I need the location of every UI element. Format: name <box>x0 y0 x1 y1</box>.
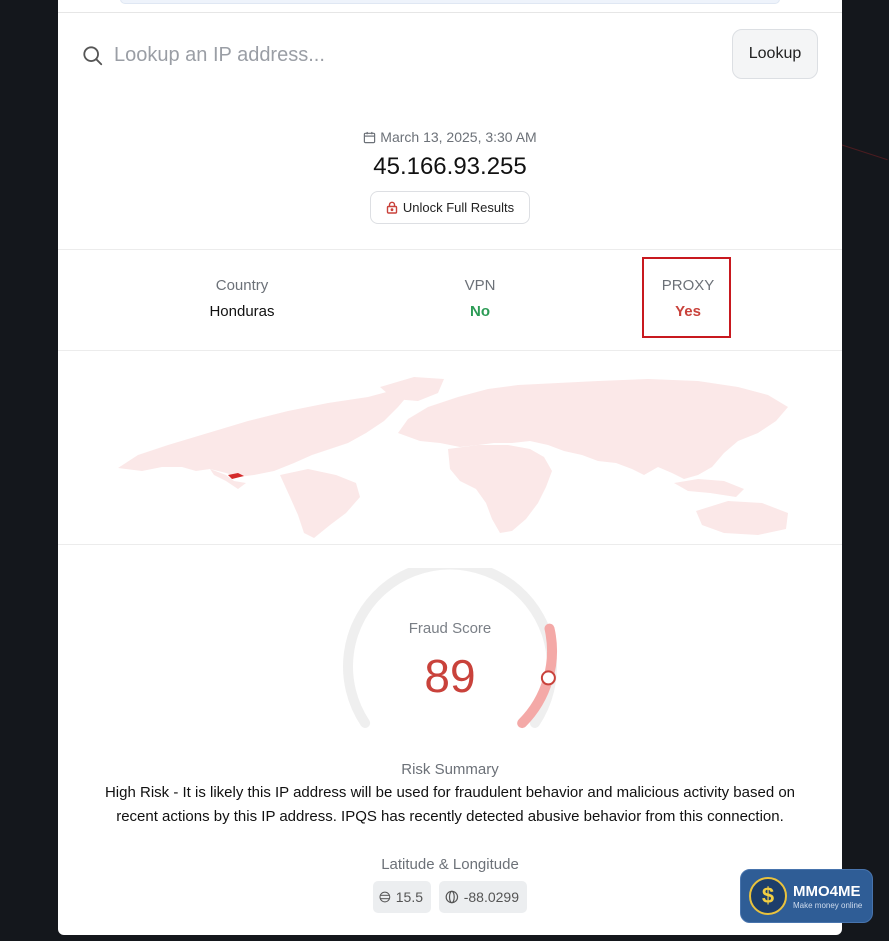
fraud-score-value: 89 <box>424 650 476 702</box>
lookup-date: March 13, 2025, 3:30 AM <box>58 129 842 145</box>
date-text: March 13, 2025, 3:30 AM <box>380 129 537 145</box>
vpn-label: VPN <box>464 277 496 294</box>
proxy-highlight-box <box>642 257 731 338</box>
longitude-value: -88.0299 <box>463 889 519 905</box>
latitude-value: 15.5 <box>395 889 423 905</box>
stat-country: Country Honduras <box>162 277 322 320</box>
unlock-label: Unlock Full Results <box>402 200 515 215</box>
ip-lookup-card: Lookup March 13, 2025, 3:30 AM 45.166.93… <box>58 12 842 935</box>
map-africa <box>448 445 552 533</box>
search-bar: Lookup <box>58 13 842 95</box>
unlock-full-results-button[interactable]: Unlock Full Results <box>370 191 530 224</box>
divider <box>58 249 842 250</box>
risk-summary-title: Risk Summary <box>401 761 499 778</box>
divider <box>58 350 842 351</box>
search-input[interactable] <box>114 39 714 71</box>
map-south-america <box>280 469 360 538</box>
globe-icon <box>445 890 459 904</box>
watermark-tagline: Make money online <box>793 900 863 910</box>
mmo4me-watermark: $ MMO4ME Make money online <box>740 869 873 923</box>
country-label: Country <box>215 277 269 294</box>
risk-summary-text: High Risk - It is likely this IP address… <box>104 784 796 825</box>
search-icon <box>83 46 103 66</box>
watermark-name: MMO4ME <box>793 882 861 900</box>
watermark-text: MMO4ME Make money online <box>793 883 862 910</box>
latitude-icon <box>379 891 391 903</box>
dollar-coin-icon: $ <box>749 877 787 915</box>
top-strip <box>58 0 842 12</box>
world-map <box>118 377 788 538</box>
country-value: Honduras <box>209 303 275 320</box>
ip-address: 45.166.93.255 <box>373 153 527 180</box>
top-pill <box>120 0 780 4</box>
divider <box>58 544 842 545</box>
map-north-america <box>118 389 410 477</box>
calendar-icon <box>364 131 376 144</box>
lookup-button[interactable]: Lookup <box>732 29 818 79</box>
lat-long-title: Latitude & Longitude <box>381 856 519 873</box>
stat-vpn: VPN No <box>400 277 560 320</box>
fraud-score-label: Fraud Score <box>408 620 492 637</box>
map-australia <box>696 501 788 535</box>
longitude-chip: -88.0299 <box>439 881 527 913</box>
map-southeast-asia <box>674 479 744 497</box>
lock-icon <box>386 201 398 214</box>
vpn-value: No <box>470 303 490 320</box>
latitude-chip: 15.5 <box>373 881 431 913</box>
